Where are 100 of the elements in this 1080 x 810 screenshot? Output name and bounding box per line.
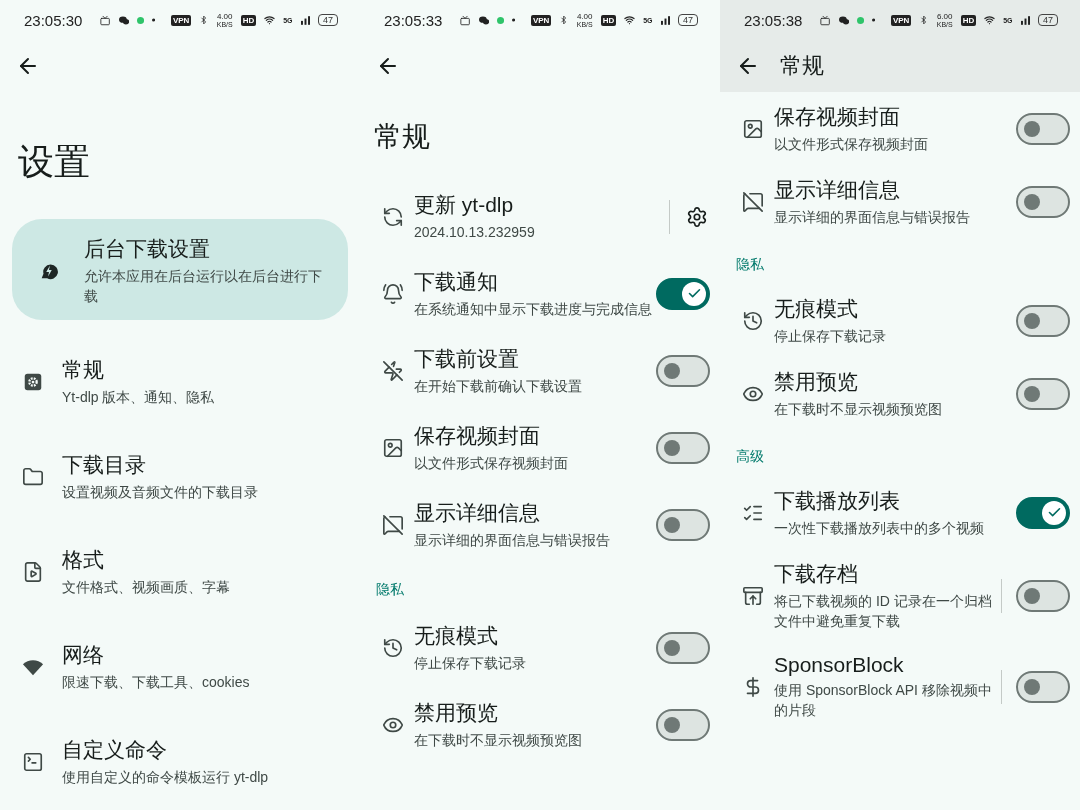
- setting-description: 使用 SponsorBlock API 移除视频中的片段: [774, 681, 993, 720]
- page-title: 常规: [373, 120, 431, 154]
- signal-icon: [660, 14, 670, 26]
- section-header: 隐私: [375, 580, 405, 599]
- image-icon: [382, 436, 404, 459]
- hd-badge: HD: [960, 14, 977, 26]
- setting-title: SponsorBlock: [774, 653, 905, 677]
- message-off-icon: [742, 190, 764, 213]
- history-icon: [382, 636, 404, 659]
- toggle-switch[interactable]: [656, 508, 710, 541]
- setting-title: 显示详细信息: [414, 500, 541, 526]
- image-icon: [742, 117, 764, 140]
- battery-level: 47: [1037, 14, 1058, 26]
- tv-icon: [460, 13, 471, 27]
- vpn-badge: VPN: [170, 14, 192, 26]
- setting-title: 显示详细信息: [774, 177, 901, 203]
- update-icon: [382, 205, 404, 228]
- status-time: 23:05:30: [24, 11, 83, 29]
- toggle-switch[interactable]: [1016, 185, 1070, 218]
- setting-description: 一次性下载播放列表中的多个视频: [774, 519, 985, 538]
- setting-description: 允许本应用在后台运行以在后台进行下载: [84, 267, 323, 306]
- setting-description: 在下载时不显示视频预览图: [774, 400, 943, 419]
- toggle-switch[interactable]: [1016, 377, 1070, 410]
- dot-icon: [151, 18, 155, 22]
- setting-title: 常规: [62, 357, 105, 383]
- setting-title: 自定义命令: [62, 737, 168, 763]
- setting-description: 在下载时不显示视频预览图: [414, 731, 583, 750]
- setting-title: 下载前设置: [414, 346, 520, 372]
- status-dot-icon: [856, 15, 864, 25]
- setting-title: 后台下载设置: [84, 236, 211, 262]
- archive-icon: [742, 584, 764, 607]
- setting-description: 设置视频及音频文件的下载目录: [62, 483, 259, 502]
- setting-title: 网络: [62, 642, 105, 668]
- wifi-icon: [624, 13, 636, 27]
- toggle-switch[interactable]: [656, 354, 710, 387]
- setting-title: 更新 yt-dlp: [414, 192, 515, 218]
- chat-icon: [478, 14, 489, 26]
- terminal-icon: [22, 750, 44, 773]
- hd-badge: HD: [240, 14, 257, 26]
- battery-level: 47: [317, 14, 338, 26]
- status-dot-icon: [136, 15, 144, 25]
- toggle-switch[interactable]: [656, 277, 710, 310]
- setting-description: 将已下载视频的 ID 记录在一个归档文件中避免重复下载: [774, 592, 993, 631]
- setting-description: 显示详细的界面信息与错误报告: [774, 208, 971, 227]
- tv-icon: [100, 13, 111, 27]
- setting-description: 限速下载、下载工具、cookies: [62, 673, 251, 692]
- setting-title: 下载目录: [62, 452, 147, 478]
- setting-description: 停止保存下载记录: [774, 327, 887, 346]
- setting-description: 以文件形式保存视频封面: [774, 135, 929, 154]
- setting-description: 2024.10.13.232959: [414, 223, 536, 242]
- bolt-off-icon: [382, 359, 404, 382]
- section-header: 高级: [735, 447, 765, 466]
- toggle-switch[interactable]: [1016, 579, 1070, 612]
- status-time: 23:05:33: [384, 11, 443, 29]
- setting-title: 下载存档: [774, 561, 859, 587]
- toggle-switch[interactable]: [1016, 304, 1070, 337]
- setting-title: 禁用预览: [414, 700, 499, 726]
- chat-icon: [838, 14, 849, 26]
- toggle-switch[interactable]: [656, 631, 710, 664]
- section-header: 隐私: [735, 255, 765, 274]
- dot-icon: [511, 18, 515, 22]
- setting-title: 保存视频封面: [774, 104, 901, 130]
- setting-description: 使用自定义的命令模板运行 yt-dlp: [62, 768, 270, 787]
- toggle-switch[interactable]: [656, 708, 710, 741]
- setting-title: 无痕模式: [774, 296, 859, 322]
- highlight-card[interactable]: 后台下载设置 允许本应用在后台运行以在后台进行下载: [12, 219, 348, 320]
- signal-icon: [300, 14, 310, 26]
- toggle-switch[interactable]: [1016, 112, 1070, 145]
- page-title: 设置: [17, 140, 91, 184]
- setting-description: 文件格式、视频画质、字幕: [62, 578, 231, 597]
- battery-level: 47: [677, 14, 698, 26]
- message-off-icon: [382, 513, 404, 536]
- bluetooth-icon: [559, 14, 569, 26]
- setting-title: 格式: [62, 547, 105, 573]
- toggle-switch[interactable]: [656, 431, 710, 464]
- toggle-switch[interactable]: [1016, 496, 1070, 529]
- toggle-switch[interactable]: [1016, 670, 1070, 703]
- setting-description: 以文件形式保存视频封面: [414, 454, 569, 473]
- setting-description: 在系统通知中显示下载进度与完成信息: [414, 300, 653, 319]
- setting-description: 停止保存下载记录: [414, 654, 527, 673]
- wifi-icon: [984, 13, 996, 27]
- bluetooth-icon: [199, 14, 209, 26]
- dot-icon: [871, 18, 875, 22]
- setting-description: 在开始下载前确认下载设置: [414, 377, 583, 396]
- wifi-icon: [264, 13, 276, 27]
- setting-title: 下载通知: [414, 269, 499, 295]
- vpn-badge: VPN: [890, 14, 912, 26]
- bluetooth-icon: [919, 14, 929, 26]
- history-icon: [742, 309, 764, 332]
- setting-description: Yt-dlp 版本、通知、隐私: [62, 388, 216, 407]
- hd-badge: HD: [600, 14, 617, 26]
- status-dot-icon: [496, 15, 504, 25]
- folder-icon: [22, 465, 44, 488]
- signal-icon: [1020, 14, 1030, 26]
- setting-title: 保存视频封面: [414, 423, 541, 449]
- tv-icon: [820, 13, 831, 27]
- vpn-badge: VPN: [530, 14, 552, 26]
- setting-title: 无痕模式: [414, 623, 499, 649]
- bell-icon: [382, 282, 404, 305]
- setting-description: 显示详细的界面信息与错误报告: [414, 531, 611, 550]
